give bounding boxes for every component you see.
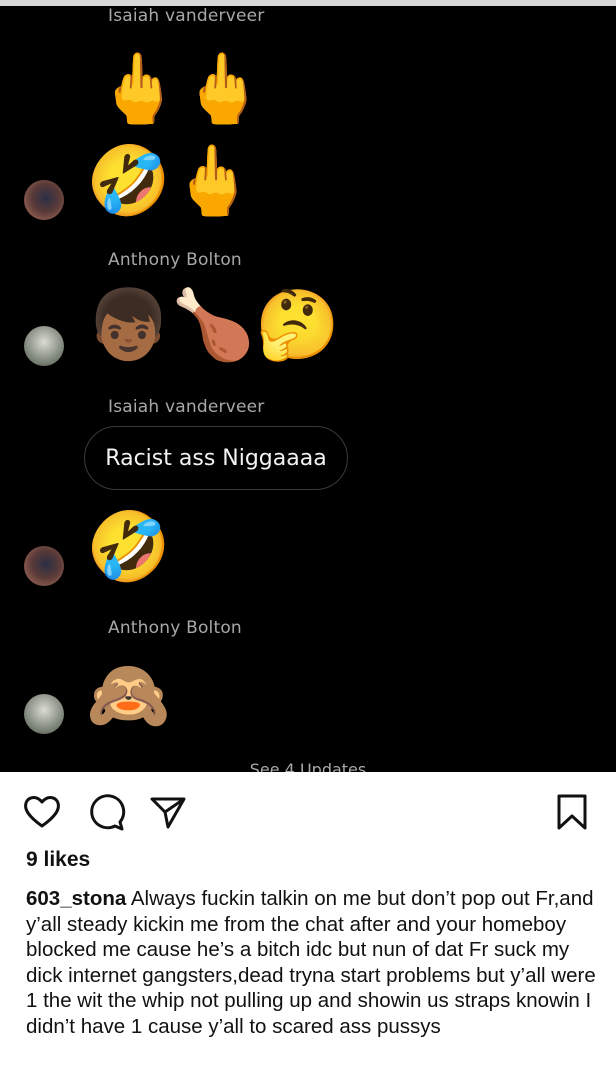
emoji-message: 👦🏾🍗🤔 [86, 286, 341, 365]
avatar [24, 180, 64, 220]
emoji-message: 🤣🖕 [86, 142, 256, 221]
avatar [24, 694, 64, 734]
avatar [24, 546, 64, 586]
chat-screenshot: Isaiah vanderveer 🖕🖕 🤣🖕 Anthony Bolton 👦… [0, 6, 616, 772]
heart-icon[interactable] [22, 792, 62, 832]
bookmark-icon[interactable] [552, 792, 592, 832]
sender-name: Anthony Bolton [108, 618, 242, 638]
sender-name: Anthony Bolton [108, 250, 242, 270]
avatar [24, 326, 64, 366]
emoji-message: 🤣 [86, 508, 171, 587]
see-updates-link[interactable]: See 4 Updates [0, 760, 616, 772]
sender-name: Isaiah vanderveer [108, 6, 265, 26]
likes-count[interactable]: 9 likes [26, 848, 90, 872]
post-actions [0, 772, 616, 842]
comment-icon[interactable] [86, 792, 126, 832]
emoji-message: 🙈 [86, 656, 171, 735]
message-text: Racist ass Niggaaaa [105, 445, 327, 471]
post-caption: 603_stona Always fuckin talkin on me but… [26, 886, 596, 1039]
emoji-message: 🖕🖕 [96, 50, 266, 129]
caption-username[interactable]: 603_stona [26, 887, 126, 910]
message-bubble: Racist ass Niggaaaa [84, 426, 348, 490]
sender-name: Isaiah vanderveer [108, 397, 265, 417]
share-icon[interactable] [148, 792, 188, 832]
